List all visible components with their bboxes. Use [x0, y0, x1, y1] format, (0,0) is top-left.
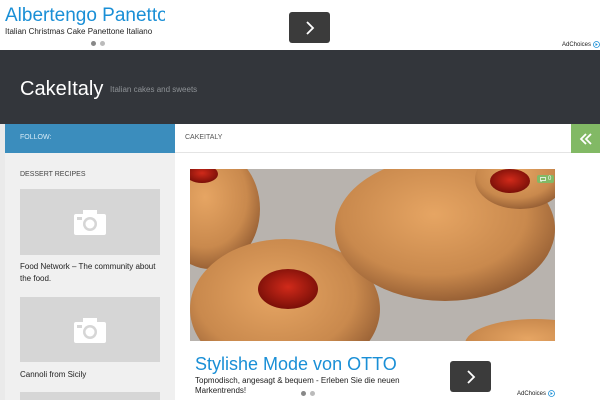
comments-count-badge[interactable]: 0: [537, 175, 555, 183]
sidebar-item-thumbnail[interactable]: [20, 392, 160, 400]
site-title[interactable]: CakeItaly: [20, 78, 103, 101]
pagination-dot[interactable]: [301, 391, 306, 396]
sidebar-section-heading: DESSERT RECIPES: [20, 171, 86, 178]
sidebar: FOLLOW: DESSERT RECIPES Food Network – T…: [5, 124, 175, 400]
adchoices-icon: [548, 390, 555, 397]
top-ad-banner[interactable]: Albertengo Panettone Italian Christmas C…: [0, 0, 600, 50]
bottom-adchoices[interactable]: AdChoices: [517, 390, 555, 397]
chevron-right-icon: [466, 369, 475, 384]
comments-count: 0: [548, 176, 552, 182]
follow-label: FOLLOW:: [20, 134, 52, 141]
top-ad-next-button[interactable]: [289, 12, 330, 43]
adchoices-label: AdChoices: [562, 41, 592, 48]
adchoices-icon: [593, 41, 600, 48]
breadcrumb: CAKEITALY: [175, 124, 600, 153]
double-chevron-left-icon: [579, 132, 592, 145]
follow-bar: FOLLOW:: [5, 124, 175, 153]
cookies-photo: [190, 169, 555, 341]
pagination-dot[interactable]: [91, 41, 96, 46]
camera-icon: [74, 210, 106, 235]
top-ad-pagination: [91, 41, 105, 46]
breadcrumb-label[interactable]: CAKEITALY: [185, 134, 222, 141]
pagination-dot[interactable]: [100, 41, 105, 46]
comment-icon: [540, 176, 546, 182]
sidebar-item-label[interactable]: Food Network – The community about the f…: [20, 261, 160, 285]
bottom-ad-banner[interactable]: Stylishe Mode von OTTO Topmodisch, anges…: [190, 341, 555, 400]
top-ad-title[interactable]: Albertengo Panettone: [5, 5, 165, 27]
sidebar-item-thumbnail[interactable]: [20, 189, 160, 255]
pagination-dot[interactable]: [310, 391, 315, 396]
featured-post-image[interactable]: [190, 169, 555, 341]
bottom-ad-next-button[interactable]: [450, 361, 491, 392]
sidebar-toggle-button[interactable]: [571, 124, 600, 153]
camera-icon: [74, 317, 106, 343]
top-ad-subtitle: Italian Christmas Cake Panettone Italian…: [5, 27, 153, 36]
top-adchoices[interactable]: AdChoices: [562, 41, 600, 48]
sidebar-item-label[interactable]: Cannoli from Sicily: [20, 369, 160, 381]
chevron-right-icon: [305, 20, 314, 35]
site-header: CakeItaly Italian cakes and sweets: [0, 50, 600, 124]
site-description: Italian cakes and sweets: [110, 85, 198, 94]
adchoices-label: AdChoices: [517, 390, 547, 397]
bottom-ad-pagination: [301, 391, 315, 396]
page: Albertengo Panettone Italian Christmas C…: [0, 0, 600, 400]
sidebar-item-thumbnail[interactable]: [20, 297, 160, 362]
bottom-ad-title[interactable]: Stylishe Mode von OTTO: [195, 354, 397, 375]
